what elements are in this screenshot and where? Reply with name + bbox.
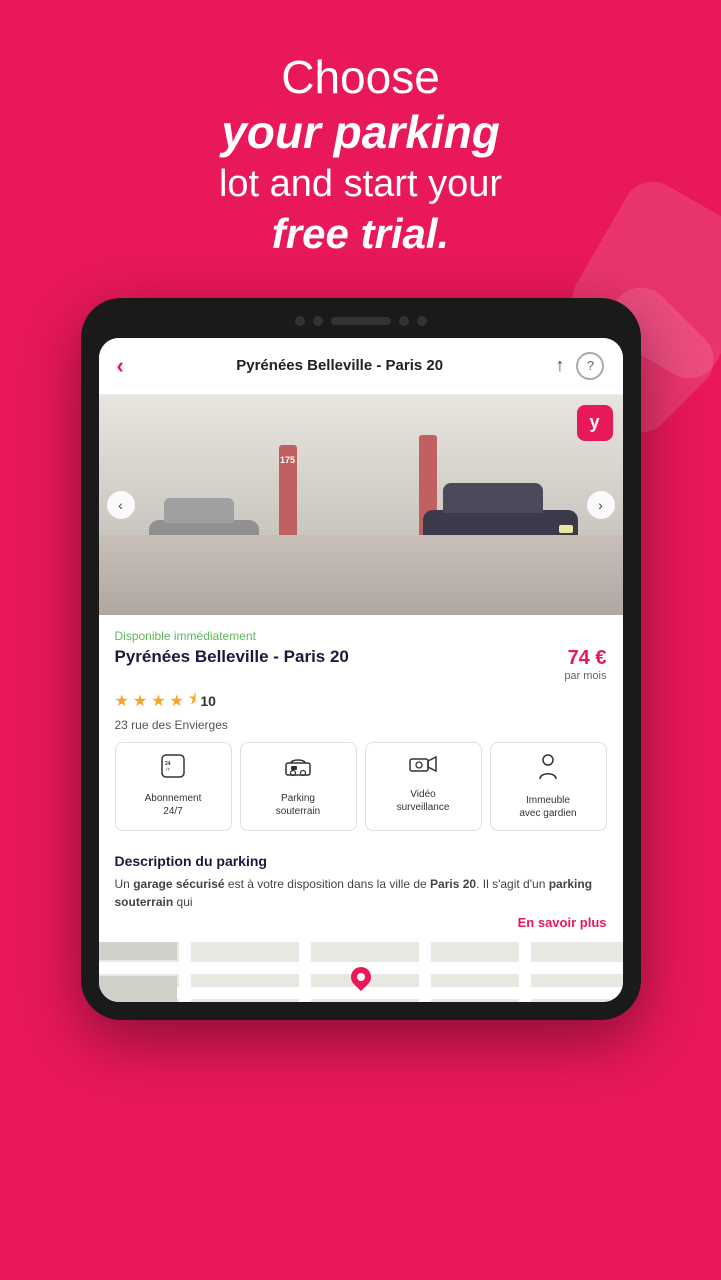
feature-label-247: Abonnement24/7 [145, 792, 202, 818]
map-block-1 [99, 942, 177, 960]
feature-surveillance: Vidéosurveillance [365, 742, 482, 832]
star-3: ★ [151, 691, 165, 711]
app-header-bar: ‹ Pyrénées Belleville - Paris 20 ↑ ? [99, 338, 623, 395]
parking-image-area: 175 [99, 395, 623, 615]
price-unit: par mois [564, 670, 606, 682]
phone-device: ‹ Pyrénées Belleville - Paris 20 ↑ ? [81, 298, 641, 1021]
header-icons: ↑ ? [555, 352, 604, 380]
parking-address: 23 rue des Envierges [115, 718, 607, 732]
car-roof-right [443, 483, 543, 513]
help-icon[interactable]: ? [576, 352, 604, 380]
map-road-v3 [419, 942, 431, 1002]
description-title: Description du parking [115, 853, 607, 869]
availability-badge: Disponible immédiatement [115, 629, 607, 643]
star-5-half: ⯨ [188, 688, 196, 715]
feature-icon-person [536, 753, 560, 789]
feature-label-guardian: Immeubleavec gardien [519, 794, 576, 820]
header-line2: your parking [60, 105, 661, 160]
phone-screen: ‹ Pyrénées Belleville - Paris 20 ↑ ? [99, 338, 623, 1003]
map-road-v4 [519, 942, 531, 1002]
map-road-v1 [179, 942, 191, 1002]
image-nav-left[interactable]: ‹ [107, 491, 135, 519]
map-road-v2 [299, 942, 311, 1002]
star-4: ★ [170, 691, 184, 711]
map-block-2 [99, 976, 177, 1002]
garage-floor [99, 535, 623, 615]
map-pin-dot [355, 972, 366, 983]
price-amount: 74 € [568, 647, 607, 669]
parking-title-row: Pyrénées Belleville - Paris 20 74 € par … [115, 647, 607, 682]
map-pin [346, 963, 374, 991]
phone-camera-dot2 [313, 316, 323, 326]
share-icon[interactable]: ↑ [555, 355, 564, 376]
header-line1: Choose [60, 50, 661, 105]
rating-count: 10 [200, 693, 216, 709]
star-1: ★ [115, 691, 129, 711]
feature-guardian: Immeubleavec gardien [490, 742, 607, 832]
phone-sensor [417, 316, 427, 326]
phone-wrapper: ‹ Pyrénées Belleville - Paris 20 ↑ ? [0, 298, 721, 1021]
features-row: 24 /7 Abonnement24/7 [115, 742, 607, 832]
header-line4: free trial. [60, 210, 661, 258]
feature-icon-underground [284, 753, 312, 787]
feature-icon-camera [408, 753, 438, 783]
phone-speaker [331, 317, 391, 325]
phone-camera-dot [295, 316, 305, 326]
feature-label-underground: Parkingsouterrain [276, 792, 320, 818]
parking-name: Pyrénées Belleville - Paris 20 [115, 647, 349, 667]
feature-247: 24 /7 Abonnement24/7 [115, 742, 232, 832]
feature-icon-247: 24 /7 [160, 753, 186, 787]
app-header-title: Pyrénées Belleville - Paris 20 [236, 357, 443, 374]
app-logo-overlay: y [577, 405, 613, 441]
parking-info-section: Disponible immédiatement Pyrénées Bellev… [99, 615, 623, 854]
car-headlight [559, 525, 573, 533]
rating-row: ★ ★ ★ ★ ⯨ 10 [115, 688, 607, 715]
car-roof-left [164, 498, 234, 523]
map-section[interactable] [99, 942, 623, 1002]
feature-label-surveillance: Vidéosurveillance [397, 788, 450, 814]
garage-scene: 175 [99, 395, 623, 615]
map-location-area [351, 967, 371, 987]
image-nav-right[interactable]: › [587, 491, 615, 519]
description-section: Description du parking Un garage sécuris… [99, 853, 623, 942]
description-text: Un garage sécurisé est à votre dispositi… [115, 875, 607, 911]
phone-front-camera [399, 316, 409, 326]
feature-underground: Parkingsouterrain [240, 742, 357, 832]
header-line3: lot and start your [60, 160, 661, 209]
star-2: ★ [133, 691, 147, 711]
column-number-1: 175 [280, 455, 295, 465]
read-more-link[interactable]: En savoir plus [115, 915, 607, 930]
price-box: 74 € par mois [564, 647, 606, 682]
svg-text:/7: /7 [166, 767, 170, 772]
phone-top-bar [99, 316, 623, 326]
back-button[interactable]: ‹ [117, 353, 124, 379]
